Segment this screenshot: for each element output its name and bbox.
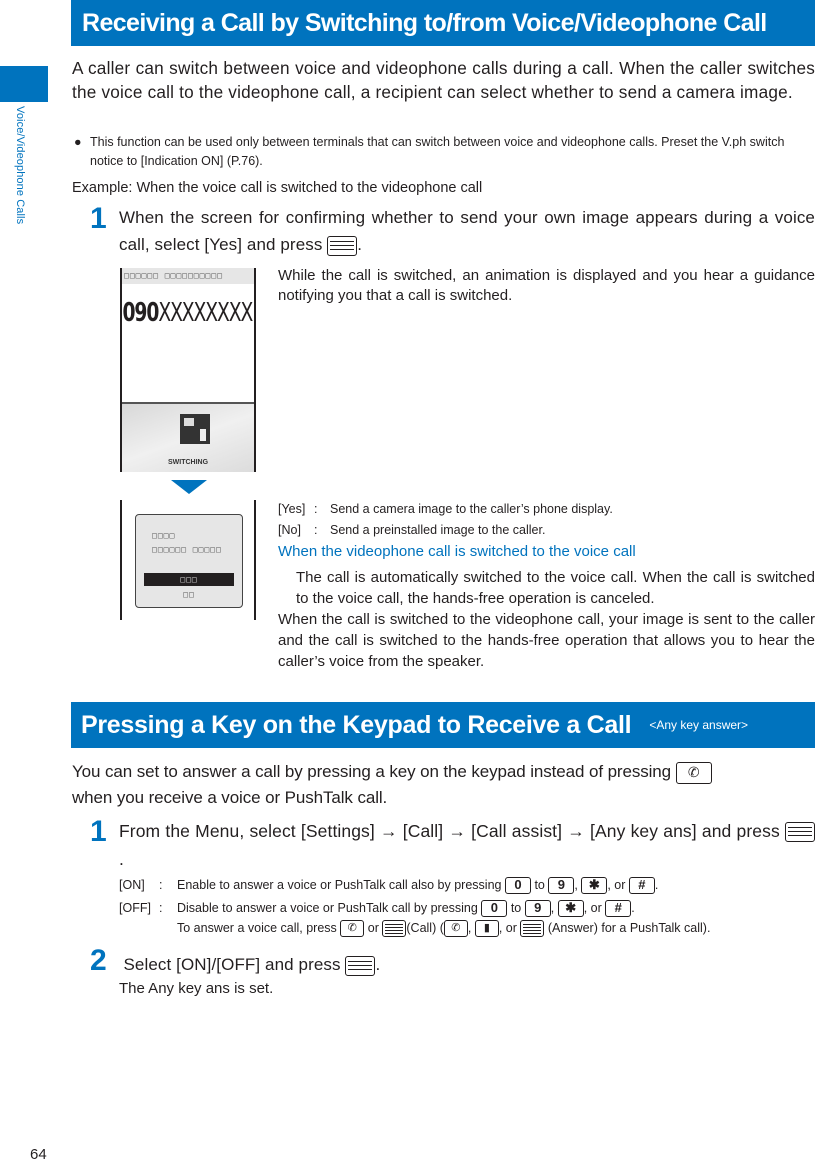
section2-subtitle: <Any key answer> bbox=[649, 718, 749, 732]
call-key-icon: ✆ bbox=[443, 920, 468, 938]
key-9-icon: 9 bbox=[524, 900, 551, 918]
section1-title-banner: Receiving a Call by Switching to/from Vo… bbox=[71, 0, 815, 46]
note-text: This function can be used only between t… bbox=[90, 135, 785, 168]
option-on: [ON] : Enable to answer a voice or PushT… bbox=[119, 877, 659, 895]
section2-step1: 1 From the Menu, select [Settings] → [Ca… bbox=[90, 817, 815, 873]
call-key-icon: ✆ bbox=[675, 761, 712, 784]
example-label: Example: When the voice call is switched… bbox=[72, 180, 483, 196]
subsection-heading: When the videophone call is switched to … bbox=[278, 543, 636, 560]
section1-intro: A caller can switch between voice and vi… bbox=[72, 58, 815, 102]
confirm-screen: □□□□ □□□□□□ □□□□□ □□□ □□ bbox=[120, 500, 256, 620]
key-9-icon: 9 bbox=[548, 877, 575, 895]
caller-number: 090XXXXXXXX bbox=[122, 298, 253, 328]
step-result: The Any key ans is set. bbox=[119, 980, 274, 997]
switching-animation: SWITCHING bbox=[122, 402, 254, 472]
key-0-icon: 0 bbox=[481, 900, 508, 918]
pushtalk-key-icon: ▮ bbox=[474, 920, 499, 938]
screen-status-bar: □□□□□□ □□□□□□□□□□ bbox=[122, 268, 254, 284]
step-text: Select [ON]/[OFF] and press . bbox=[123, 955, 381, 976]
option-off: [OFF] : Disable to answer a voice or Pus… bbox=[119, 898, 815, 938]
switching-description: While the call is switched, an animation… bbox=[278, 267, 815, 304]
enter-key-icon bbox=[785, 822, 815, 843]
section2-options: [ON] : Enable to answer a voice or PushT… bbox=[119, 875, 815, 938]
step-number: 2 bbox=[90, 944, 107, 977]
section1-step1: 1 When the screen for confirming whether… bbox=[90, 204, 815, 258]
dialog-option-no[interactable]: □□ bbox=[136, 590, 242, 599]
confirm-dialog: □□□□ □□□□□□ □□□□□ □□□ □□ bbox=[135, 514, 243, 608]
animation-label: SWITCHING bbox=[167, 459, 209, 466]
section2-title-banner: Pressing a Key on the Keypad to Receive … bbox=[71, 702, 815, 748]
step-number: 1 bbox=[90, 815, 107, 848]
enter-key-icon bbox=[520, 920, 545, 938]
switching-icon bbox=[180, 414, 210, 444]
key-star-icon: ✱ bbox=[581, 877, 608, 895]
key-hash-icon: # bbox=[605, 900, 632, 918]
section1-title: Receiving a Call by Switching to/from Vo… bbox=[82, 8, 767, 37]
section1-options: [Yes] : Send a camera image to the calle… bbox=[278, 498, 815, 542]
option-yes: [Yes] : Send a camera image to the calle… bbox=[278, 502, 613, 516]
section-tab-marker bbox=[0, 66, 48, 102]
down-arrow-icon bbox=[171, 480, 207, 494]
enter-key-icon bbox=[327, 235, 358, 256]
step-number: 1 bbox=[90, 202, 107, 235]
section-side-label: Voice/Videophone Calls bbox=[14, 106, 26, 225]
section2-intro: You can set to answer a call by pressing… bbox=[72, 759, 815, 811]
option-no: [No] : Send a preinstalled image to the … bbox=[278, 523, 546, 537]
enter-key-icon bbox=[345, 955, 376, 976]
step-text: From the Menu, select [Settings] → [Call… bbox=[119, 817, 815, 873]
switching-screen: □□□□□□ □□□□□□□□□□ 090XXXXXXXX SWITCHING bbox=[120, 268, 256, 472]
key-hash-icon: # bbox=[628, 877, 655, 895]
bullet-icon: ● bbox=[74, 135, 82, 149]
page-number: 64 bbox=[30, 1146, 47, 1163]
subsection-text: The call is automatically switched to th… bbox=[296, 569, 815, 607]
section2-title: Pressing a Key on the Keypad to Receive … bbox=[81, 710, 632, 739]
key-star-icon: ✱ bbox=[557, 900, 584, 918]
section1-closing: When the call is switched to the videoph… bbox=[278, 611, 815, 670]
section2-step2: 2 Select [ON]/[OFF] and press . bbox=[90, 946, 380, 978]
call-key-icon: ✆ bbox=[340, 920, 365, 938]
step-text: When the screen for confirming whether t… bbox=[119, 208, 815, 256]
enter-key-icon bbox=[382, 920, 407, 938]
key-0-icon: 0 bbox=[504, 877, 531, 895]
dialog-option-yes[interactable]: □□□ bbox=[144, 573, 234, 586]
section1-note: ● This function can be used only between… bbox=[72, 133, 815, 171]
